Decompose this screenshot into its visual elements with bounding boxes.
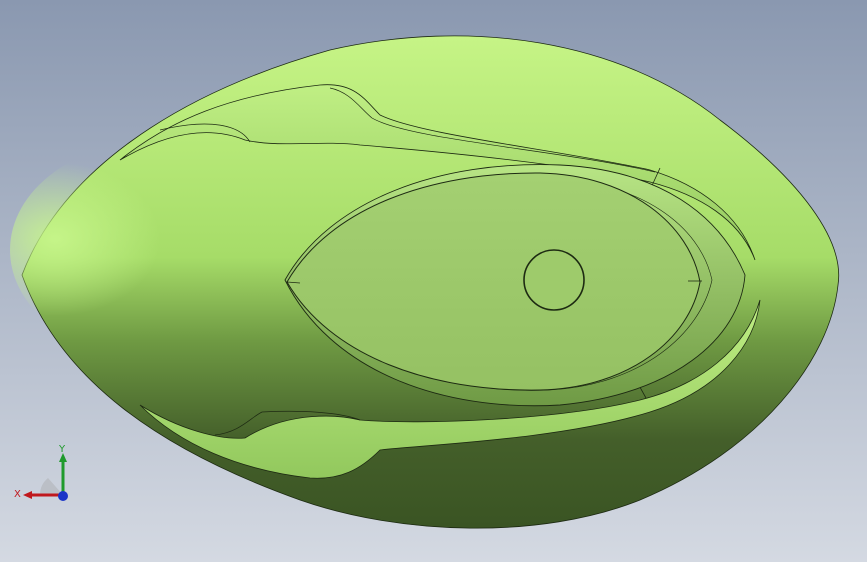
graphics-viewport[interactable]: Y X <box>0 0 867 562</box>
3d-model[interactable] <box>0 0 867 562</box>
y-axis-label: Y <box>58 444 66 455</box>
x-axis-label: X <box>14 489 21 500</box>
z-axis-icon <box>58 491 68 501</box>
coordinate-triad: Y X <box>14 444 68 501</box>
hole-circle <box>523 249 585 311</box>
model-body-highlight <box>10 140 310 360</box>
